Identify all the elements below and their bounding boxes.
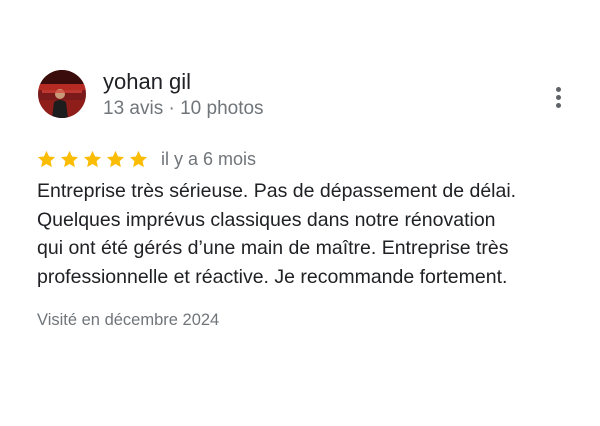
more-options-button[interactable] — [548, 84, 570, 110]
user-photo-icon — [38, 70, 86, 118]
review-text: Entreprise très sérieuse. Pas de dépasse… — [37, 177, 582, 291]
author-avatar[interactable] — [38, 70, 86, 118]
author-meta: 13 avis · 10 photos — [103, 98, 264, 119]
review-text-line: Quelques imprévus classiques dans notre … — [37, 208, 496, 231]
author-name[interactable]: yohan gil — [103, 68, 191, 96]
visit-date: Visité en décembre 2024 — [37, 311, 220, 329]
rating-row: il y a 6 mois — [36, 146, 256, 172]
star-icon — [59, 149, 80, 170]
star-icon — [82, 149, 103, 170]
star-icon — [105, 149, 126, 170]
star-rating — [36, 149, 149, 170]
star-icon — [128, 149, 149, 170]
review-text-line: qui ont été gérés d’une main de maître. … — [37, 237, 509, 259]
review-text-line: Entreprise très sérieuse. Pas de dépasse… — [37, 180, 517, 202]
review-date: il y a 6 mois — [161, 148, 257, 169]
star-icon — [36, 149, 57, 170]
review-text-line: professionnelle et réactive. Je recomman… — [37, 265, 508, 288]
